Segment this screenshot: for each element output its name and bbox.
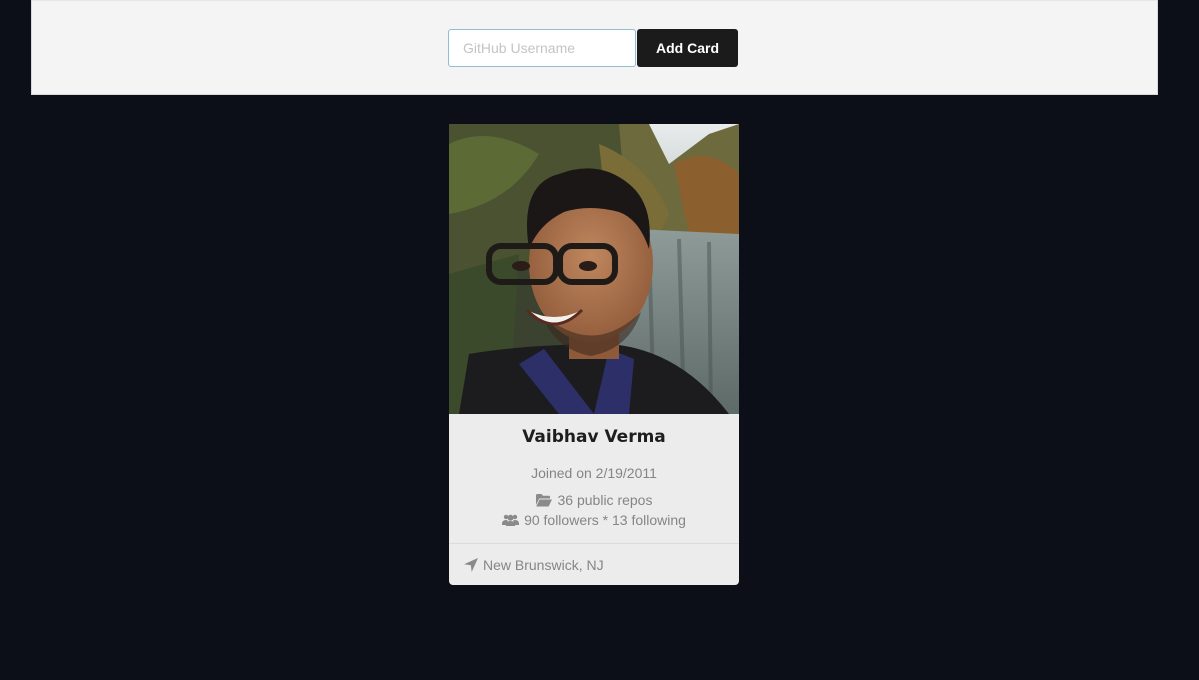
repos-row: 36 public repos bbox=[449, 492, 739, 508]
user-card: Vaibhav Verma Joined on 2/19/2011 36 pub… bbox=[449, 124, 739, 585]
github-username-input[interactable] bbox=[448, 29, 636, 67]
location-arrow-icon bbox=[464, 558, 478, 572]
avatar bbox=[449, 124, 739, 414]
public-repos-count: 36 public repos bbox=[557, 492, 653, 508]
users-icon bbox=[502, 514, 520, 526]
folder-open-icon bbox=[535, 493, 552, 507]
add-card-button[interactable]: Add Card bbox=[637, 29, 738, 67]
location-text: New Brunswick, NJ bbox=[483, 557, 604, 573]
location-row: New Brunswick, NJ bbox=[464, 557, 604, 573]
followers-following-count: 90 followers * 13 following bbox=[524, 512, 686, 528]
joined-date: Joined on 2/19/2011 bbox=[531, 465, 657, 481]
header-bar: Add Card bbox=[31, 0, 1158, 95]
card-divider bbox=[449, 543, 739, 544]
follow-row: 90 followers * 13 following bbox=[449, 512, 739, 528]
user-name: Vaibhav Verma bbox=[522, 427, 666, 447]
